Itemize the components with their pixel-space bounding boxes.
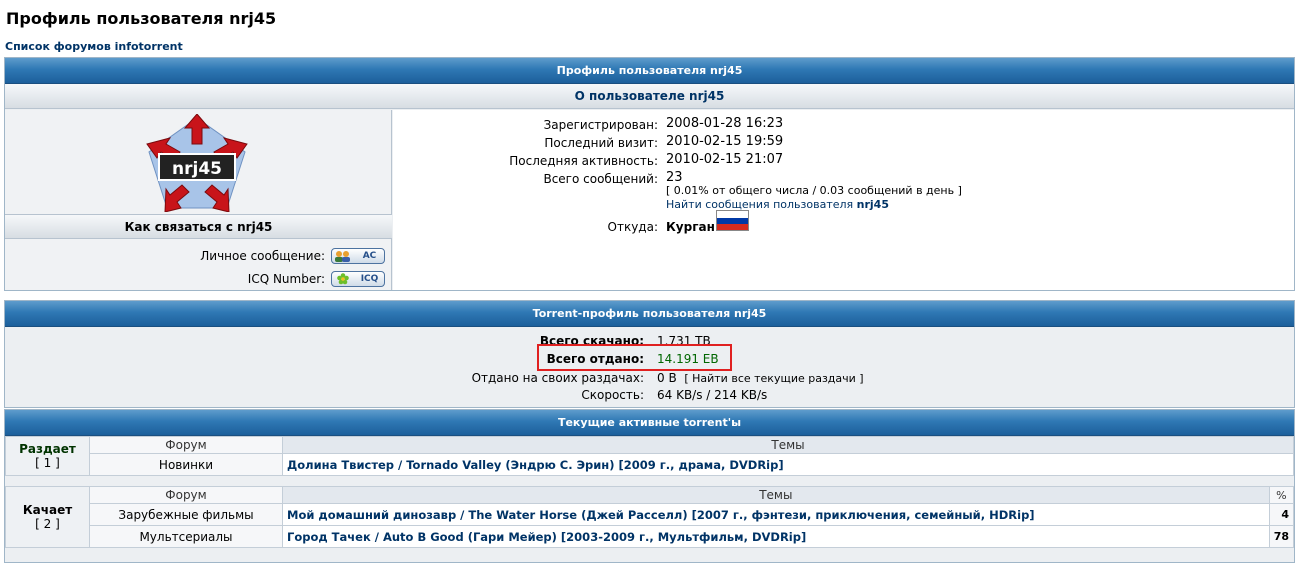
active-torrents-header: Текущие активные torrent'ы — [5, 410, 1294, 436]
own-seeds-value: 0 B — [657, 371, 677, 385]
icq-flower-icon — [334, 273, 352, 285]
last-visit-row: Последний визит: — [393, 134, 658, 152]
leeching-forum-cell-1[interactable]: Зарубежные фильмы — [89, 503, 283, 526]
posts-stats: [ 0.01% от общего числа / 0.03 сообщений… — [666, 184, 962, 197]
contact-pm-label: Личное сообщение: — [200, 249, 325, 263]
last-visit-value: 2010-02-15 19:59 — [666, 134, 784, 149]
find-posts-link[interactable]: Найти сообщения пользователя — [666, 198, 853, 211]
posts-row: Всего сообщений: — [393, 170, 658, 188]
leeching-table: Качает [ 2 ] Форум Темы % Зарубежные фил… — [5, 486, 1295, 548]
table-row: Зарубежные фильмы Мой домашний динозавр … — [6, 503, 1295, 526]
page-title: Профиль пользователя nrj45 — [6, 9, 277, 28]
pm-button[interactable]: AC — [331, 248, 385, 264]
leeching-col-topics: Темы — [282, 486, 1270, 504]
leeching-count: [ 2 ] — [35, 517, 60, 531]
user-avatar: nrj45 — [145, 113, 249, 215]
seeding-label: Раздает — [19, 442, 76, 456]
location-label: Откуда: — [607, 220, 658, 234]
pm-button-label: AC — [362, 251, 377, 261]
leeching-side-cell: Качает [ 2 ] — [5, 486, 90, 548]
leeching-label: Качает — [22, 503, 73, 517]
active-torrents-panel: Текущие активные torrent'ы Раздает [ 1 ]… — [4, 409, 1295, 563]
leeching-topic-link-1[interactable]: Мой домашний динозавр / The Water Horse … — [282, 503, 1270, 526]
contact-title: Как связаться с nrj45 — [5, 214, 392, 239]
find-posts-row: Найти сообщения пользователя nrj45 — [666, 198, 889, 211]
registered-row: Зарегистрирован: — [393, 116, 658, 134]
users-icon — [334, 250, 352, 262]
last-activity-label: Последняя активность: — [509, 154, 658, 168]
table-row: Новинки Долина Твистер / Tornado Valley … — [6, 453, 1294, 476]
seeding-topic-link[interactable]: Долина Твистер / Tornado Valley (Эндрю С… — [282, 453, 1294, 476]
own-seeds-row: Отдано на своих раздачах: 0 B [ Найти вс… — [5, 370, 1294, 387]
find-current-seeds-link[interactable]: [ Найти все текущие раздачи ] — [684, 372, 863, 385]
leeching-col-pct: % — [1268, 486, 1295, 504]
profile-left-column: nrj45 Как связаться с nrj45 Личное сообщ… — [5, 110, 392, 290]
avatar-text: nrj45 — [172, 159, 222, 179]
about-title: О пользователе nrj45 — [5, 84, 1294, 109]
leeching-col-forum: Форум — [89, 486, 283, 504]
seeding-count: [ 1 ] — [35, 456, 60, 470]
icq-button[interactable]: ICQ — [331, 271, 385, 287]
contact-icq-label: ICQ Number: — [247, 272, 325, 286]
icq-button-label: ICQ — [360, 274, 379, 284]
find-posts-user-link[interactable]: nrj45 — [857, 198, 889, 211]
russia-flag-icon — [716, 210, 749, 231]
own-seeds-label: Отдано на своих раздачах: — [471, 371, 644, 385]
contact-pm-row: Личное сообщение: AC — [200, 246, 385, 266]
registered-value: 2008-01-28 16:23 — [666, 116, 784, 131]
contact-icq-row: ICQ Number: ICQ — [248, 269, 385, 289]
seeding-table: Раздает [ 1 ] Форум Темы Новинки Долина … — [5, 436, 1294, 476]
torrent-profile-header: Torrent-профиль пользователя nrj45 — [5, 301, 1294, 327]
uploaded-highlight-box — [537, 344, 732, 371]
seeding-col-forum: Форум — [89, 436, 283, 454]
seeding-side-cell: Раздает [ 1 ] — [5, 436, 90, 476]
speed-label: Скорость: — [581, 388, 644, 402]
leeching-pct-2: 78 — [1268, 525, 1295, 548]
leeching-topic-link-2[interactable]: Город Тачек / Auto B Good (Гари Мейер) [… — [282, 525, 1270, 548]
registered-label: Зарегистрирован: — [543, 118, 658, 132]
leeching-pct-1: 4 — [1268, 503, 1295, 526]
posts-label: Всего сообщений: — [543, 172, 658, 186]
profile-right-column: Зарегистрирован: 2008-01-28 16:23 Послед… — [393, 110, 1294, 290]
last-visit-label: Последний визит: — [544, 136, 658, 150]
speed-value: 64 KB/s / 214 KB/s — [657, 388, 768, 402]
breadcrumb-forum-list[interactable]: Список форумов infotorrent — [5, 40, 183, 53]
last-activity-value: 2010-02-15 21:07 — [666, 152, 784, 167]
table-row: Мультсериалы Город Тачек / Auto B Good (… — [6, 525, 1295, 548]
own-seeds-value-group: 0 B [ Найти все текущие раздачи ] — [657, 370, 864, 387]
seeding-forum-cell[interactable]: Новинки — [89, 453, 283, 476]
profile-header: Профиль пользователя nrj45 — [5, 58, 1294, 84]
leeching-forum-cell-2[interactable]: Мультсериалы — [89, 525, 283, 548]
profile-panel: Профиль пользователя nrj45 О пользовател… — [4, 57, 1295, 291]
speed-row: Скорость: 64 KB/s / 214 KB/s — [5, 387, 1294, 404]
last-activity-row: Последняя активность: — [393, 152, 658, 170]
seeding-col-topics: Темы — [282, 436, 1294, 454]
location-row: Откуда: — [393, 218, 658, 236]
location-value: Курган — [666, 220, 715, 234]
